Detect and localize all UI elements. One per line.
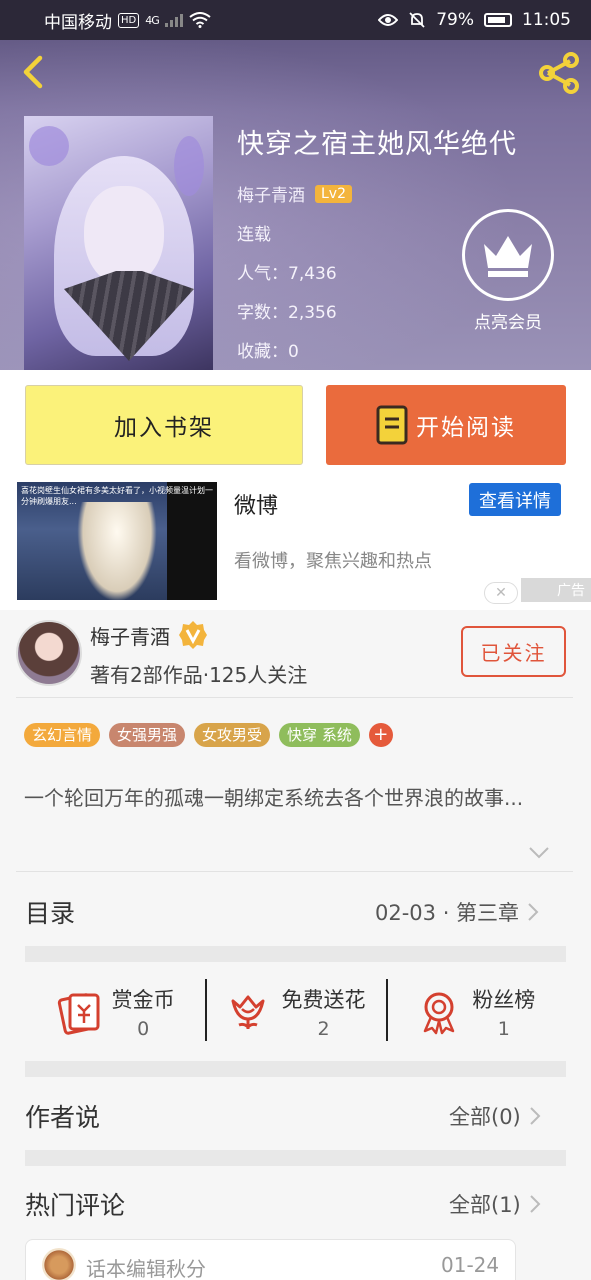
- author-name[interactable]: 梅子青酒: [237, 181, 305, 206]
- toc-latest-chapter: 02-03 · 第三章: [375, 901, 520, 925]
- vip-button[interactable]: [462, 209, 554, 301]
- start-reading-button[interactable]: 开始阅读: [326, 385, 566, 465]
- author-says-all-label: 全部(0): [449, 1105, 521, 1129]
- carrier-info: 中国移动 HD 4G: [44, 8, 211, 33]
- favorites-count: 收藏：0: [237, 342, 299, 362]
- hot-comments-all-label: 全部(1): [449, 1193, 521, 1217]
- author-card[interactable]: 梅子青酒 著有2部作品·125人关注 已关注: [0, 610, 591, 698]
- wifi-icon: [189, 12, 211, 28]
- expand-chevron-icon[interactable]: [528, 846, 550, 860]
- stat-label: 免费送花: [281, 988, 366, 1012]
- author-name-row: 梅子青酒: [90, 620, 208, 650]
- chevron-right-icon: [530, 1195, 541, 1213]
- comment-date: 01-24: [441, 1253, 500, 1277]
- ad-tag: 广告: [521, 578, 591, 602]
- red-envelope-icon: [57, 993, 100, 1035]
- tag-item[interactable]: 女强男强: [109, 723, 186, 747]
- share-icon[interactable]: [536, 50, 582, 96]
- chevron-right-icon: [530, 1107, 541, 1125]
- start-reading-label: 开始阅读: [416, 415, 516, 441]
- toc-latest[interactable]: 02-03 · 第三章: [375, 897, 539, 927]
- author-row: 梅子青酒 Lv2: [237, 181, 517, 206]
- vip-label: 点亮会员: [474, 313, 542, 333]
- network-type: 4G: [145, 13, 159, 27]
- mute-bell-icon: [409, 12, 425, 28]
- ad-close-icon[interactable]: ✕: [484, 582, 518, 604]
- book-summary[interactable]: 一个轮回万年的孤魂一朝绑定系统去各个世界浪的故事...: [24, 783, 569, 813]
- eye-icon: [378, 14, 399, 26]
- clock: 11:05: [522, 10, 571, 30]
- hd-badge: HD: [118, 12, 140, 28]
- flower-icon: [231, 995, 265, 1030]
- book-header: 中国移动 HD 4G 79% 11:05 快穿之宿主她风华绝代 梅子青酒 Lv2…: [0, 0, 591, 370]
- comment-card[interactable]: 话本编辑秋分 01-24: [25, 1239, 516, 1280]
- stat-value: 2: [317, 1018, 330, 1040]
- divider: [16, 697, 573, 698]
- battery-icon: [484, 13, 512, 27]
- battery-percent: 79%: [436, 10, 474, 30]
- chevron-right-icon: [528, 903, 539, 921]
- section-separator: [25, 1061, 566, 1077]
- view-details-button[interactable]: 查看详情: [469, 483, 561, 516]
- more-tags-button[interactable]: +: [368, 723, 393, 747]
- author-stats: 著有2部作品·125人关注: [90, 663, 308, 687]
- author-card-name[interactable]: 梅子青酒: [90, 621, 170, 650]
- ad-title[interactable]: 微博: [234, 488, 278, 520]
- commenter-avatar[interactable]: [42, 1248, 76, 1280]
- book-icon: [376, 405, 408, 445]
- ad-tag-label: 广告: [557, 583, 585, 599]
- author-avatar[interactable]: [16, 620, 82, 686]
- ad-image-caption: 喜花岗壁生仙女裙有多美太好看了，小视频量温计划一分钟刷爆朋友...: [21, 486, 213, 506]
- hot-comments-title[interactable]: 热门评论: [25, 1186, 125, 1222]
- author-says-all[interactable]: 全部(0): [449, 1101, 541, 1131]
- divider: [16, 871, 573, 872]
- hot-comments-all[interactable]: 全部(1): [449, 1189, 541, 1219]
- follow-button[interactable]: 已关注: [461, 626, 566, 677]
- author-says-title[interactable]: 作者说: [25, 1098, 100, 1134]
- verified-badge-icon: [179, 621, 207, 649]
- medal-icon: [424, 992, 455, 1035]
- stat-value: 0: [137, 1018, 150, 1040]
- action-bar: 加入书架 开始阅读: [0, 370, 591, 482]
- tag-item[interactable]: 玄幻言情: [24, 723, 101, 747]
- crown-icon: [484, 236, 532, 277]
- free-flowers[interactable]: 免费送花 2: [205, 962, 385, 1062]
- level-badge: Lv2: [315, 184, 352, 203]
- section-separator: [25, 1150, 566, 1166]
- fan-ranking[interactable]: 粉丝榜 1: [385, 962, 566, 1062]
- section-separator: [25, 946, 566, 962]
- commenter-name[interactable]: 话本编辑秋分: [86, 1253, 206, 1280]
- stat-label: 粉丝榜: [472, 988, 536, 1012]
- ad-banner[interactable]: 喜花岗壁生仙女裙有多美太好看了，小视频量温计划一分钟刷爆朋友... 微博 查看详…: [0, 482, 591, 610]
- interaction-stats: 赏金币 0 免费送花 2 粉丝榜 1: [25, 962, 566, 1062]
- add-to-shelf-button[interactable]: 加入书架: [25, 385, 303, 465]
- carrier-name: 中国移动: [44, 12, 112, 33]
- ad-image[interactable]: 喜花岗壁生仙女裙有多美太好看了，小视频量温计划一分钟刷爆朋友...: [17, 482, 217, 600]
- book-title: 快穿之宿主她风华绝代: [237, 129, 517, 160]
- toc-title[interactable]: 目录: [25, 894, 75, 930]
- stat-label: 赏金币: [111, 988, 175, 1012]
- book-cover[interactable]: [24, 116, 213, 370]
- stat-value: 1: [497, 1018, 510, 1040]
- tag-item[interactable]: 女攻男受: [194, 723, 271, 747]
- signal-icon: [164, 14, 183, 27]
- status-right: 79% 11:05: [378, 10, 571, 30]
- back-arrow-icon[interactable]: [14, 52, 54, 92]
- ad-description: 看微博，聚焦兴趣和热点: [234, 551, 432, 572]
- tag-list: 玄幻言情 女强男强 女攻男受 快穿 系统 +: [24, 723, 393, 747]
- reward-coins[interactable]: 赏金币 0: [25, 962, 205, 1062]
- tag-item[interactable]: 快穿 系统: [279, 723, 360, 747]
- status-bar: 中国移动 HD 4G 79% 11:05: [0, 0, 591, 40]
